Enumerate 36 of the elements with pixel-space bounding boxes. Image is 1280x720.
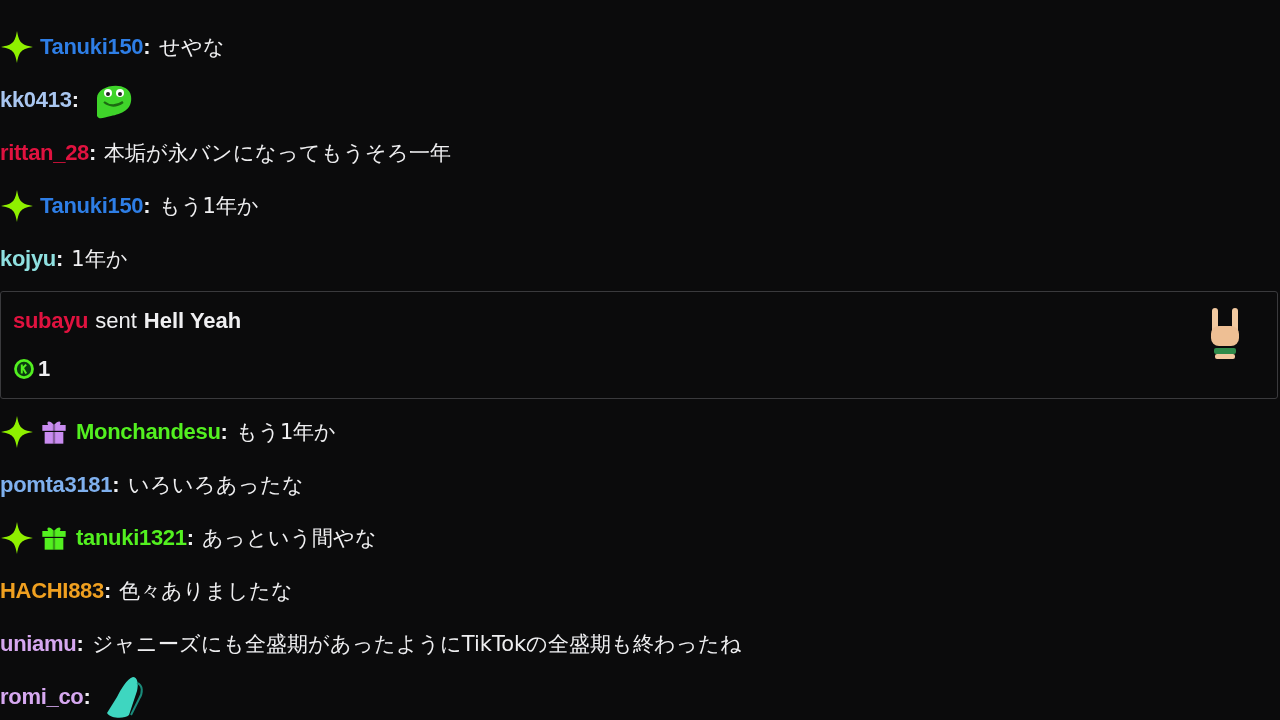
message-text: 本垢が永バンになってもうそろ一年	[104, 139, 452, 167]
username[interactable]: subayu	[13, 308, 89, 334]
colon: :	[55, 245, 64, 272]
username[interactable]: HACHI883	[0, 577, 104, 604]
colon: :	[186, 524, 195, 551]
username[interactable]: tanuki1321	[76, 524, 187, 551]
message-text: ジャニーズにも全盛期があったようにTikTokの全盛期も終わったね	[91, 630, 743, 658]
colon: :	[143, 192, 151, 219]
username[interactable]: Tanuki150	[40, 192, 144, 219]
username[interactable]: kk0413	[0, 86, 72, 113]
colon: :	[104, 577, 112, 604]
message-text: せやな	[158, 33, 225, 61]
colon: :	[220, 418, 228, 445]
colon: :	[83, 683, 91, 710]
username[interactable]: pomta3181	[0, 471, 113, 498]
username[interactable]: Monchandesu	[76, 418, 221, 445]
message-text: もう1年か	[158, 192, 259, 220]
message-text: 色々ありましたな	[119, 577, 294, 605]
message-text: 1年か	[71, 245, 128, 273]
colon: :	[71, 86, 79, 113]
message-text: あっという間やな	[202, 524, 378, 552]
colon: :	[76, 630, 84, 657]
gift-verb: sent	[95, 308, 137, 334]
username[interactable]: kojyu	[0, 245, 56, 272]
gift-name: Hell Yeah	[143, 308, 242, 334]
username[interactable]: romi_co	[0, 683, 84, 710]
message-text: もう1年か	[235, 418, 337, 446]
colon: :	[112, 471, 120, 498]
colon: :	[143, 33, 151, 60]
username[interactable]: uniamu	[0, 630, 77, 657]
username[interactable]: rittan_28	[0, 139, 89, 166]
message-text: いろいろあったな	[127, 471, 304, 499]
username[interactable]: Tanuki150	[40, 33, 144, 60]
gift-amount: 1	[38, 356, 51, 382]
colon: :	[89, 139, 97, 166]
coin-icon	[13, 358, 35, 380]
